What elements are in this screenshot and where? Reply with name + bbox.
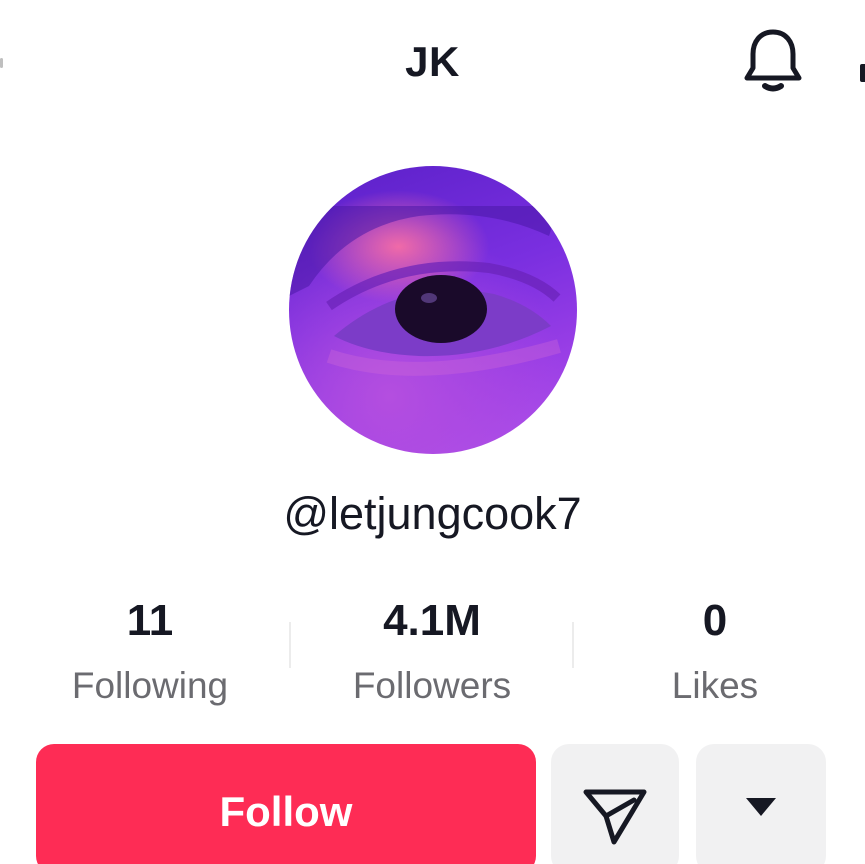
followers-label: Followers bbox=[352, 665, 512, 706]
following-count: 11 bbox=[126, 596, 174, 645]
caret-down-icon bbox=[746, 798, 776, 816]
stat-followers[interactable]: 4.1M Followers bbox=[302, 596, 562, 708]
follow-button[interactable]: Follow bbox=[36, 744, 536, 864]
followers-count: 4.1M bbox=[383, 596, 481, 645]
menu-edge[interactable] bbox=[860, 64, 865, 82]
stat-following[interactable]: 11 Following bbox=[20, 596, 280, 708]
stat-divider bbox=[289, 622, 291, 668]
following-label: Following bbox=[71, 665, 229, 706]
avatar[interactable] bbox=[289, 166, 577, 454]
avatar-image bbox=[289, 206, 561, 376]
likes-count: 0 bbox=[702, 596, 728, 645]
send-icon bbox=[583, 789, 647, 845]
notifications-button[interactable] bbox=[736, 24, 810, 96]
profile-screen: JK @letjungcook7 11 Following 4.1M Follo… bbox=[0, 0, 865, 864]
username-handle: @letjungcook7 bbox=[283, 488, 582, 539]
stat-divider bbox=[572, 622, 574, 668]
share-profile-button[interactable] bbox=[551, 744, 679, 864]
bell-icon bbox=[744, 29, 802, 92]
stat-likes[interactable]: 0 Likes bbox=[585, 596, 845, 708]
likes-label: Likes bbox=[671, 665, 759, 706]
more-options-button[interactable] bbox=[696, 744, 826, 864]
